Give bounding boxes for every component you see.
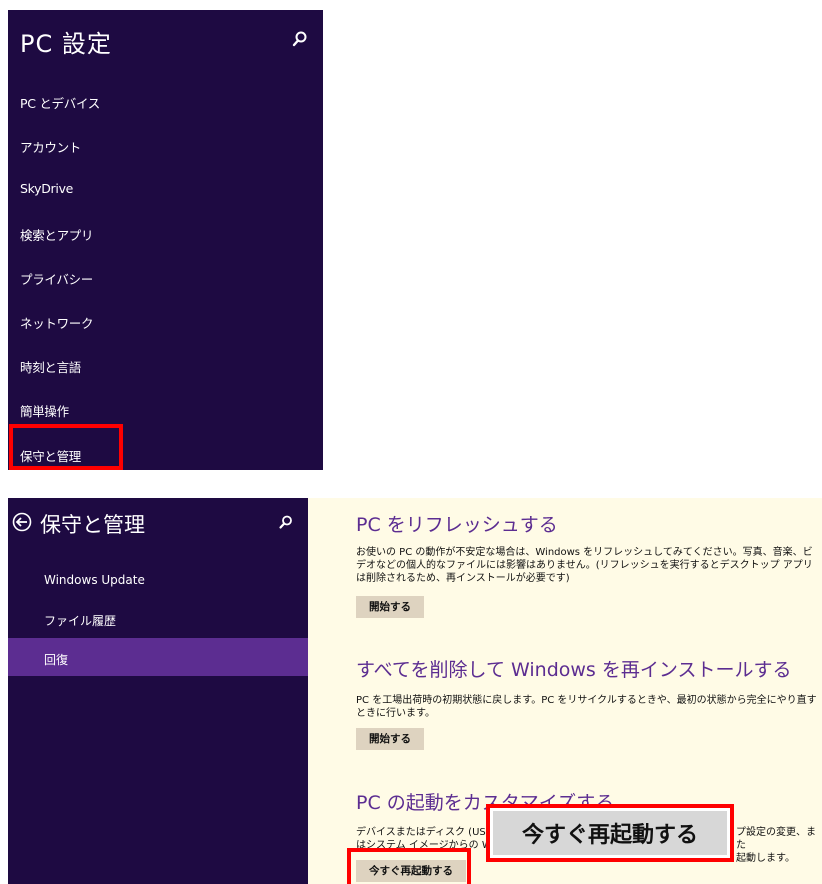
startup-text-right1: プ設定の変更、また (736, 827, 816, 851)
reset-start-button[interactable]: 開始する (356, 728, 424, 750)
update-recovery-panel: 保守と管理 Windows Update ファイル履歴 回復 PC をリフレッシ… (8, 498, 822, 884)
startup-text-right2: 起動します。 (736, 853, 795, 864)
search-icon[interactable] (291, 30, 309, 48)
page-title: PC 設定 (20, 30, 112, 58)
callout-label: 今すぐ再起動する (493, 811, 727, 855)
menu-item-ease-of-access[interactable]: 簡単操作 (20, 401, 69, 420)
back-arrow-icon[interactable] (12, 512, 32, 532)
restart-button-highlight (347, 848, 471, 884)
menu-item-skydrive[interactable]: SkyDrive (20, 181, 73, 196)
menu-item-pc-devices[interactable]: PC とデバイス (20, 93, 100, 112)
startup-text-line1: デバイスまたはディスク (USB (356, 827, 493, 838)
reset-description: PC を工場出荷時の初期状態に戻します。PC をリサイクルするときや、最初の状態… (356, 695, 817, 719)
sidebar-item-windows-update[interactable]: Windows Update (44, 573, 145, 587)
menu-item-network[interactable]: ネットワーク (20, 313, 94, 332)
pc-settings-panel: PC 設定 PC とデバイス アカウント SkyDrive 検索とアプリ プライ… (8, 10, 323, 470)
highlight-box (9, 424, 123, 470)
restart-now-callout: 今すぐ再起動する (486, 804, 734, 862)
sidebar-item-recovery[interactable]: 回復 (44, 651, 68, 668)
search-icon[interactable] (278, 514, 294, 530)
sidebar: 保守と管理 Windows Update ファイル履歴 回復 (8, 498, 308, 884)
page-title: 保守と管理 (40, 513, 145, 537)
menu-item-accounts[interactable]: アカウント (20, 137, 81, 156)
refresh-description: お使いの PC の動作が不安定な場合は、Windows をリフレッシュしてみてく… (356, 547, 813, 584)
refresh-start-button[interactable]: 開始する (356, 596, 424, 618)
menu-item-privacy[interactable]: プライバシー (20, 269, 93, 288)
advanced-startup-description-right: プ設定の変更、また 起動します。 (736, 826, 822, 865)
reset-heading: すべてを削除して Windows を再インストールする (356, 659, 792, 681)
menu-item-time-language[interactable]: 時刻と言語 (20, 357, 81, 376)
refresh-heading: PC をリフレッシュする (356, 514, 558, 536)
menu-item-search-apps[interactable]: 検索とアプリ (20, 225, 94, 244)
sidebar-item-file-history[interactable]: ファイル履歴 (44, 612, 116, 629)
